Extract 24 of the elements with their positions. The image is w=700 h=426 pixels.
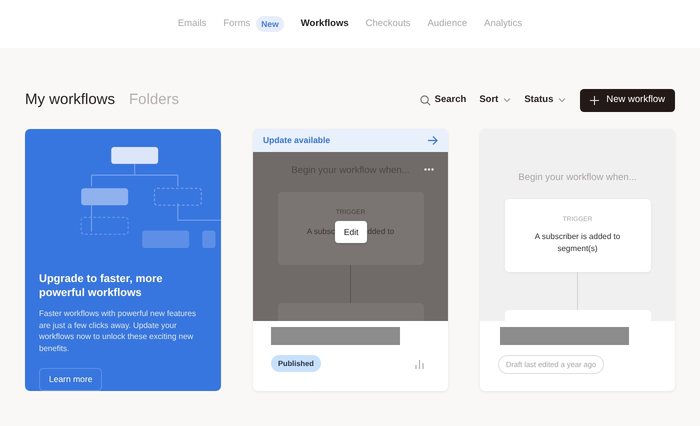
- search-button[interactable]: Search: [420, 92, 466, 108]
- update-text: Update available: [263, 134, 330, 147]
- preview-heading: Begin your workflow when...: [518, 171, 637, 185]
- sort-dropdown[interactable]: Sort: [479, 92, 512, 108]
- arrow-right-icon: [428, 136, 438, 145]
- status-dropdown[interactable]: Status: [524, 92, 566, 108]
- promo-description: Faster workflows with powerful new features are just a few clicks away. Update your workflows now to unlock these exciting new benefits.: [39, 308, 197, 354]
- update-banner[interactable]: Update available: [253, 129, 448, 152]
- chevron-down-icon: [558, 97, 566, 103]
- edit-button[interactable]: Edit: [334, 221, 368, 243]
- more-icon[interactable]: [424, 168, 434, 171]
- trigger-text: A subsc: [306, 226, 335, 238]
- search-icon: [420, 94, 431, 106]
- chevron-down-icon: [503, 97, 512, 103]
- new-badge: New: [256, 16, 284, 32]
- plus-icon: [590, 96, 600, 104]
- bar-chart-icon[interactable]: [415, 358, 424, 369]
- nav-tab[interactable]: Workflows: [300, 16, 349, 32]
- learn-more-button[interactable]: Learn more: [39, 368, 102, 391]
- view-tab[interactable]: My workflows: [25, 88, 116, 112]
- promo-title: Upgrade to faster, more powerful workflows: [39, 272, 164, 300]
- trigger-text: dded to: [367, 226, 394, 238]
- new-workflow-button[interactable]: New workflow: [580, 88, 675, 112]
- trigger-text: A subscriber is added to segment(s): [534, 231, 622, 255]
